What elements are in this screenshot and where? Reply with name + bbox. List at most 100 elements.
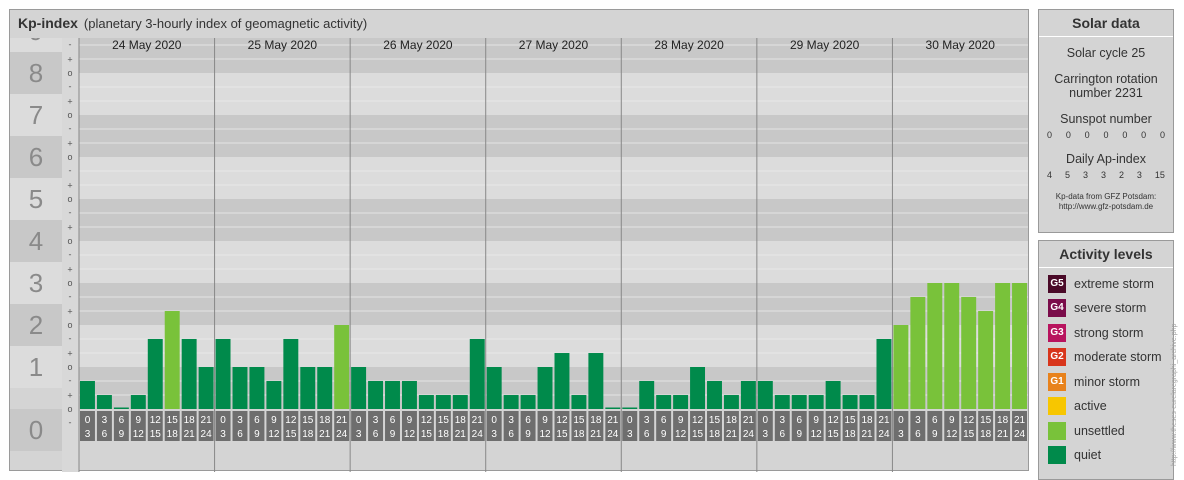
hour-label: 21	[184, 429, 196, 440]
hour-label: 3	[898, 429, 904, 440]
activity-levels-panel: Activity levels G5 extreme storm G4 severe…	[1038, 240, 1174, 480]
hour-label: 6	[237, 429, 243, 440]
hour-label: 18	[980, 429, 992, 440]
level-swatch: G3	[1048, 324, 1066, 342]
level-label: extreme storm	[1074, 277, 1154, 291]
level-swatch	[1048, 422, 1066, 440]
ap-value: 3	[1136, 170, 1142, 180]
hour-label: 12	[963, 415, 975, 426]
hour-label: 24	[743, 429, 755, 440]
carrington-line-2: number 2231	[1069, 86, 1143, 100]
hour-label: 12	[556, 415, 568, 426]
hour-label: 12	[268, 429, 280, 440]
hour-label: 3	[779, 415, 785, 426]
hour-label: 3	[644, 415, 650, 426]
kp-bar	[791, 395, 807, 409]
y-tick-label: 6	[29, 142, 43, 172]
level-label: moderate storm	[1074, 350, 1162, 364]
hour-label: 15	[709, 415, 721, 426]
ap-index-values: 4 5 3 3 2 3 15	[1039, 170, 1173, 180]
solar-data-title: Solar data	[1039, 10, 1173, 37]
hour-label: 0	[491, 415, 497, 426]
level-label: minor storm	[1074, 375, 1140, 389]
hour-label: 9	[254, 429, 260, 440]
hour-label: 21	[590, 429, 602, 440]
hour-label: 3	[508, 415, 514, 426]
hour-label: 3	[85, 429, 91, 440]
hour-label: 18	[861, 415, 873, 426]
kp-bar	[859, 395, 875, 409]
kp-bar	[707, 380, 722, 409]
hour-label: 12	[150, 415, 162, 426]
level-g2: G2 moderate storm	[1048, 347, 1162, 367]
sunspot-value: 0	[1084, 130, 1090, 140]
hour-label: 3	[627, 429, 633, 440]
y-tick-label: 4	[29, 226, 43, 256]
kp-band	[79, 157, 1028, 199]
kp-bar	[181, 338, 197, 409]
y-minor-tick: -	[69, 292, 72, 302]
y-minor-tick: -	[69, 376, 72, 386]
y-minor-tick: -	[69, 82, 72, 92]
y-minor-tick: -	[69, 208, 72, 218]
hour-label: 15	[828, 429, 840, 440]
y-minor-tick: -	[69, 40, 72, 50]
kp-bar	[876, 338, 892, 409]
hour-label: 21	[201, 415, 213, 426]
carrington-line-1: Carrington rotation	[1054, 72, 1158, 86]
hour-label: 21	[878, 415, 890, 426]
y-minor-tick: +	[67, 139, 72, 149]
kp-band	[79, 283, 1028, 325]
kp-bar	[486, 367, 502, 409]
hour-label: 15	[438, 415, 450, 426]
hour-label: 24	[472, 429, 484, 440]
day-label: 24 May 2020	[112, 38, 182, 52]
level-label: quiet	[1074, 448, 1102, 462]
level-swatch: G5	[1048, 275, 1066, 293]
hour-label: 0	[898, 415, 904, 426]
ap-value: 15	[1154, 170, 1165, 180]
hour-label: 9	[678, 415, 684, 426]
day-label: 28 May 2020	[654, 38, 724, 52]
kp-bar	[961, 296, 977, 409]
y-tick-label: 3	[29, 268, 43, 298]
hour-label: 6	[119, 415, 125, 426]
hour-label: 9	[661, 429, 667, 440]
kp-bar	[96, 395, 112, 409]
level-label: severe storm	[1074, 301, 1147, 315]
y-minor-tick: -	[69, 166, 72, 176]
kp-bar	[452, 395, 468, 409]
level-label: unsettled	[1074, 424, 1125, 438]
kp-bar	[113, 407, 129, 409]
hour-label: 15	[302, 415, 314, 426]
y-minor-tick: o	[67, 236, 72, 246]
y-minor-tick: +	[67, 391, 72, 401]
y-minor-tick: +	[67, 307, 72, 317]
hour-label: 6	[254, 415, 260, 426]
hour-label: 18	[302, 429, 314, 440]
kp-bar	[317, 367, 333, 409]
hour-label: 18	[319, 415, 331, 426]
hour-label: 9	[796, 429, 802, 440]
kp-bar	[757, 380, 773, 409]
hour-label: 9	[525, 429, 531, 440]
kp-bar	[266, 380, 282, 409]
y-minor-tick: +	[67, 97, 72, 107]
level-swatch	[1048, 446, 1066, 464]
kp-band	[79, 73, 1028, 115]
y-minor-tick: -	[69, 334, 72, 344]
kp-bar	[283, 338, 299, 409]
hour-label: 9	[542, 415, 548, 426]
source-link[interactable]: http://www.gfz-potsdam.de	[1039, 202, 1173, 212]
kp-bar	[215, 338, 231, 409]
hour-label: 15	[692, 429, 704, 440]
hour-label: 21	[997, 429, 1009, 440]
hour-label: 9	[932, 429, 938, 440]
sunspot-label: Sunspot number	[1060, 112, 1152, 126]
kp-bar	[927, 283, 943, 409]
day-label: 25 May 2020	[248, 38, 318, 52]
kp-bar	[300, 367, 316, 409]
title-text: Kp-index	[18, 15, 78, 31]
hour-label: 0	[356, 415, 362, 426]
hour-label: 6	[102, 429, 108, 440]
